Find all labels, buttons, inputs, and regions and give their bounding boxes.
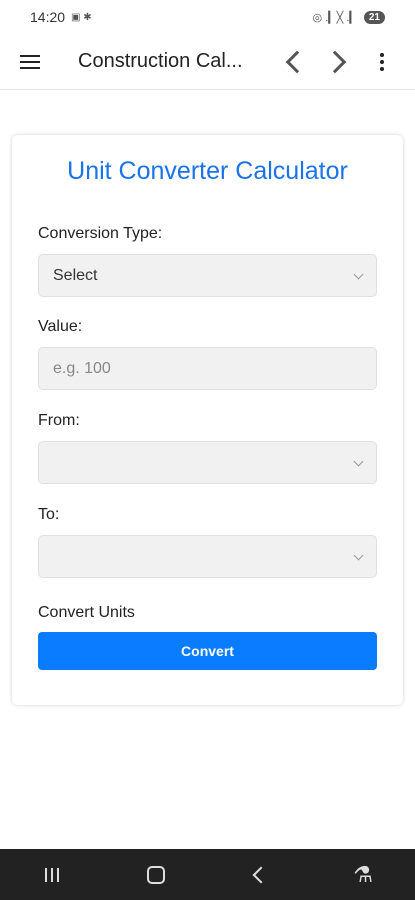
menu-button[interactable] — [0, 34, 60, 90]
home-button[interactable] — [126, 849, 186, 900]
more-vert-icon — [380, 52, 384, 57]
conversion-type-value: Select — [53, 266, 98, 284]
status-bar: 14:20 ▣ ✱ ◎ .▎╳ .▎ 21 — [0, 0, 415, 34]
accessibility-icon: ⚗ — [353, 861, 373, 887]
status-time: 14:20 — [30, 9, 66, 25]
recents-button[interactable] — [22, 849, 82, 900]
home-icon — [146, 865, 165, 884]
conversion-type-select[interactable]: Select — [38, 254, 377, 297]
value-placeholder: e.g. 100 — [53, 359, 111, 377]
status-right: ◎ .▎╳ .▎ 21 — [312, 10, 385, 24]
chevron-down-icon — [353, 456, 364, 466]
calculator-card: Unit Converter Calculator Conversion Typ… — [12, 135, 403, 705]
convert-units-label: Convert Units — [38, 604, 135, 621]
back-button[interactable] — [272, 34, 316, 90]
convert-button[interactable]: Convert — [38, 632, 377, 670]
accessibility-button[interactable]: ⚗ — [333, 849, 393, 900]
back-icon — [252, 866, 270, 883]
chevron-right-icon — [323, 50, 347, 73]
app-title: Construction Cal... — [78, 50, 243, 72]
notification-icons: ▣ ✱ — [71, 11, 92, 23]
from-label: From: — [38, 412, 80, 429]
value-input[interactable]: e.g. 100 — [38, 347, 377, 390]
chevron-down-icon — [353, 269, 364, 279]
from-unit-select[interactable] — [38, 441, 377, 484]
signal-icons: ◎ .▎╳ .▎ — [312, 11, 358, 24]
menu-icon — [20, 54, 40, 69]
battery-icon: 21 — [363, 10, 385, 24]
app-bar: Construction Cal... — [0, 34, 415, 90]
calculator-title: Unit Converter Calculator — [67, 157, 348, 185]
value-label: Value: — [38, 318, 83, 335]
more-options-button[interactable] — [360, 34, 404, 90]
status-left: 14:20 ▣ ✱ — [30, 9, 92, 25]
system-back-button[interactable] — [229, 849, 289, 900]
conversion-type-label: Conversion Type: — [38, 225, 163, 242]
to-unit-select[interactable] — [38, 535, 377, 578]
to-label: To: — [38, 506, 60, 523]
system-nav-bar: ⚗ — [0, 849, 415, 900]
chevron-down-icon — [353, 550, 364, 560]
forward-button[interactable] — [316, 34, 360, 90]
recents-icon — [44, 867, 59, 882]
chevron-left-icon — [285, 50, 309, 73]
